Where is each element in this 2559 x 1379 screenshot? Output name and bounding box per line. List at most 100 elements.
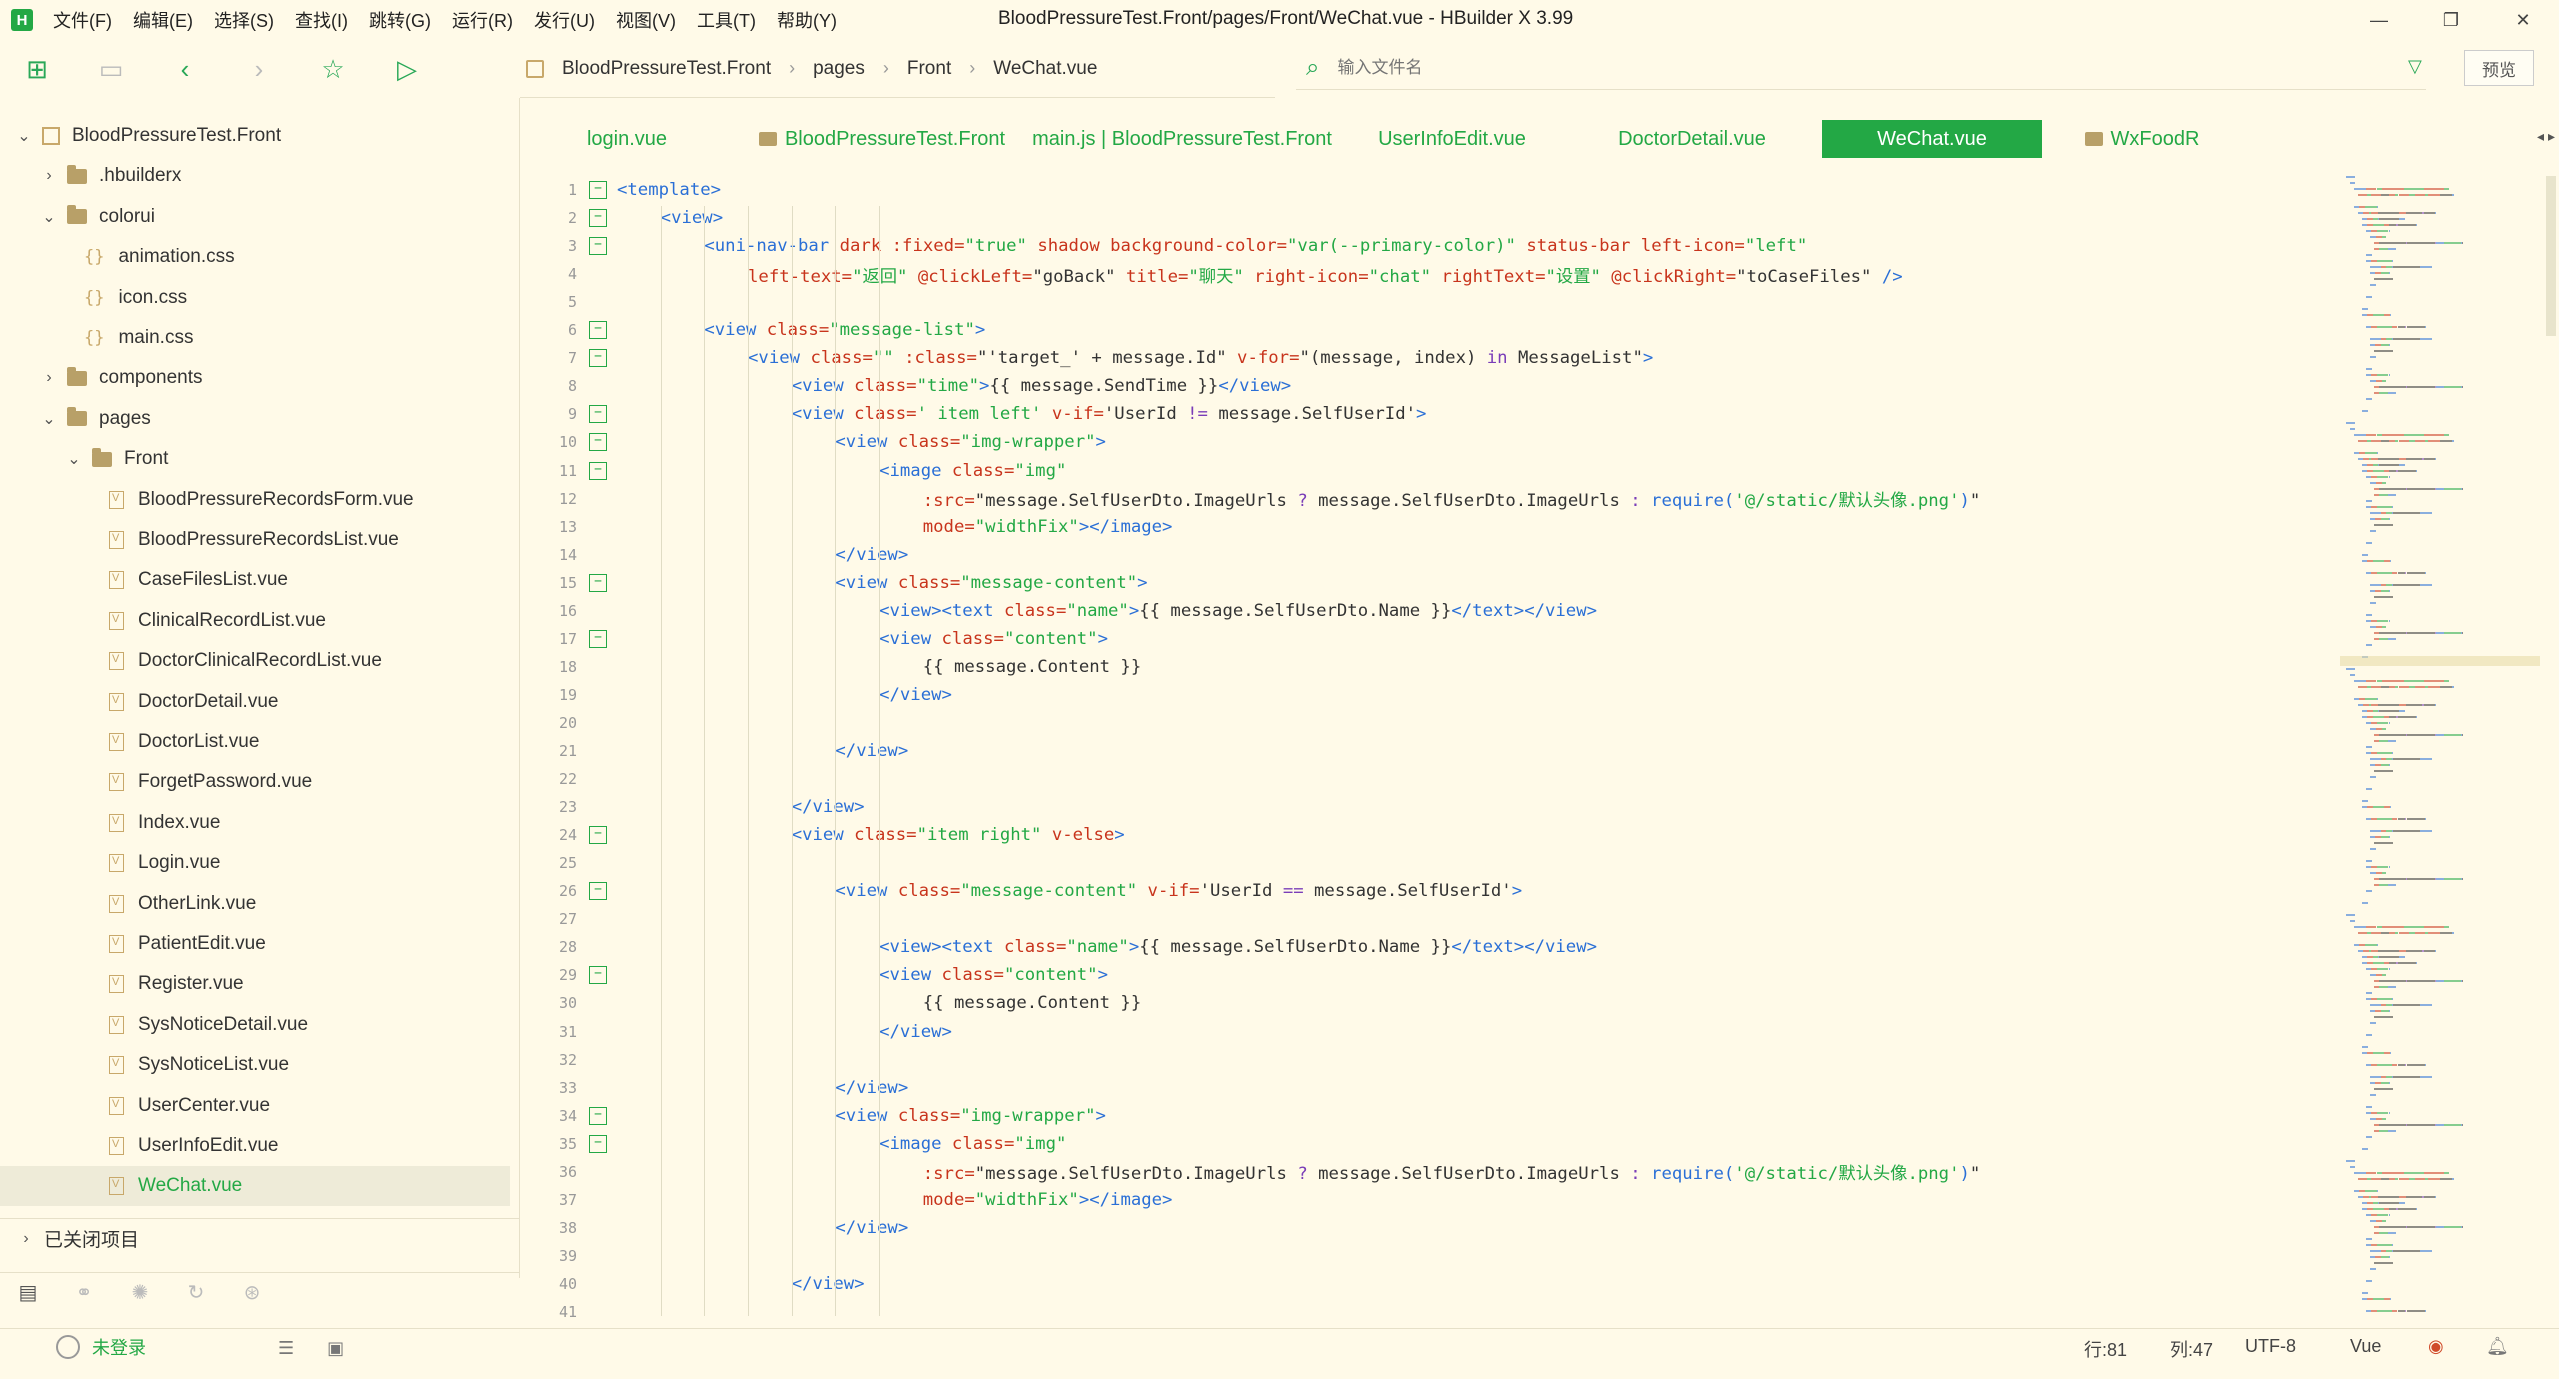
editor-tab[interactable]: main.js | BloodPressureTest.Front [1032,120,1332,158]
code-editor[interactable]: 1− <template> 2− <view> 3− <uni-nav-bar dark … [522,176,2332,1322]
minimap[interactable] [2340,176,2540,1322]
breadcrumb-segment[interactable]: BloodPressureTest.Front [562,58,771,80]
menu-item[interactable]: 查找(I) [295,7,348,33]
menu-item[interactable]: 文件(F) [53,7,112,33]
tree-item[interactable]: BloodPressureRecordsList.vue [0,520,510,560]
user-status[interactable]: 未登录 [56,1334,146,1360]
git-icon[interactable]: ↻ [168,1280,224,1305]
update-notice-icon[interactable]: ◉ [2428,1336,2444,1357]
fold-toggle-icon[interactable]: − [589,461,607,480]
breadcrumb-segment[interactable]: pages [813,58,865,80]
tree-item[interactable]: OtherLink.vue [0,884,510,924]
outline-list-icon[interactable]: ☰ [278,1338,294,1358]
back-icon[interactable]: ‹ [148,40,222,98]
tree-item[interactable]: {} icon.css [0,278,510,318]
tree-item[interactable]: Index.vue [0,803,510,843]
save-icon[interactable]: ▭ [74,40,148,98]
tab-scroll-arrows-icon[interactable]: ◂ ▸ [2537,128,2555,145]
fold-toggle-icon[interactable]: − [589,209,607,228]
tree-item[interactable]: ⌄ colorui [0,197,510,237]
fold-toggle-icon[interactable]: − [589,181,607,199]
menu-item[interactable]: 工具(T) [697,7,756,33]
tree-item[interactable]: ClinicalRecordList.vue [0,601,510,641]
project-manager-icon[interactable]: ▤ [0,1280,56,1305]
breadcrumb-segment[interactable]: Front [907,58,951,80]
run-icon[interactable]: ▷ [370,40,444,98]
tree-item[interactable]: ForgetPassword.vue [0,762,510,802]
language-mode[interactable]: Vue [2350,1336,2381,1357]
notification-bell-icon[interactable]: 🔔︎ [2486,1336,2509,1357]
tree-item[interactable]: {} animation.css [0,237,510,277]
fold-toggle-icon[interactable]: − [589,1134,607,1153]
editor-tab[interactable]: login.vue [522,120,732,158]
tree-item[interactable]: ⌄ BloodPressureTest.Front [0,116,510,156]
fold-toggle-icon[interactable]: − [589,966,607,985]
fold-toggle-icon[interactable]: − [589,237,607,256]
minimap-viewport[interactable] [2340,656,2540,666]
plugin-icon[interactable]: ⚭ [56,1280,112,1305]
chevron-down-icon[interactable]: ⌄ [14,126,34,146]
breadcrumb-segment[interactable]: WeChat.vue [993,58,1097,80]
tree-item[interactable]: Register.vue [0,964,510,1004]
tree-item[interactable]: DoctorList.vue [0,722,510,762]
fold-toggle-icon[interactable]: − [589,826,607,845]
chevron-down-icon[interactable]: ⌄ [39,207,59,227]
fold-toggle-icon[interactable]: − [589,349,607,368]
restore-icon[interactable]: ❐ [2415,0,2487,40]
fold-toggle-icon[interactable]: − [589,882,607,901]
menu-item[interactable]: 选择(S) [214,7,274,33]
debug-bug-icon[interactable]: ✺ [112,1280,168,1305]
terminal-icon[interactable]: ▣ [327,1338,344,1358]
menu-item[interactable]: 跳转(G) [369,7,431,33]
fold-toggle-icon[interactable]: − [589,433,607,452]
fold-toggle-icon[interactable]: − [589,1106,607,1125]
editor-tab[interactable]: BloodPressureTest.Front [732,120,1032,158]
editor-tab[interactable]: WeChat.vue [1822,120,2042,158]
fold-toggle-icon[interactable]: − [589,629,607,648]
fold-toggle-icon[interactable]: − [589,573,607,592]
menu-item[interactable]: 运行(R) [452,7,513,33]
tree-item[interactable]: UserCenter.vue [0,1086,510,1126]
close-icon[interactable]: ✕ [2487,0,2559,40]
filter-icon[interactable]: ▽ [2408,56,2422,77]
fold-toggle-icon[interactable]: − [589,405,607,424]
tree-item[interactable]: BloodPressureRecordsForm.vue [0,480,510,520]
tree-item[interactable]: › components [0,358,510,398]
tree-item[interactable]: SysNoticeDetail.vue [0,1005,510,1045]
new-file-icon[interactable]: ⊞ [0,40,74,98]
tree-item[interactable]: › .hbuilderx [0,156,510,196]
tree-item[interactable]: CaseFilesList.vue [0,560,510,600]
tree-item[interactable]: UserInfoEdit.vue [0,1126,510,1166]
minimize-icon[interactable]: — [2343,0,2415,40]
tree-item[interactable]: PatientEdit.vue [0,924,510,964]
menu-item[interactable]: 编辑(E) [133,7,193,33]
chevron-down-icon[interactable]: ⌄ [39,409,59,429]
file-search-input[interactable] [1337,57,2238,78]
forward-icon[interactable]: › [222,40,296,98]
editor-tab[interactable]: DoctorDetail.vue [1572,120,1812,158]
tree-item[interactable]: DoctorClinicalRecordList.vue [0,641,510,681]
tree-item[interactable]: ⌄ Front [0,439,510,479]
tree-item[interactable]: DoctorDetail.vue [0,682,510,722]
tree-item[interactable]: ⌄ pages [0,399,510,439]
bookmark-star-icon[interactable]: ☆ [296,40,370,98]
minimap-mark [2398,218,2406,220]
closed-projects[interactable]: › 已关闭项目 [0,1218,520,1258]
fold-toggle-icon[interactable]: − [589,321,607,340]
preview-button[interactable]: 预览 [2464,50,2534,86]
chevron-right-icon[interactable]: › [39,167,59,185]
menu-item[interactable]: 视图(V) [616,7,676,33]
editor-scrollbar[interactable] [2546,176,2556,336]
chevron-down-icon[interactable]: ⌄ [64,449,84,469]
tree-item[interactable]: Login.vue [0,843,510,883]
editor-tab[interactable]: UserInfoEdit.vue [1332,120,1572,158]
menu-item[interactable]: 发行(U) [534,7,595,33]
menu-item[interactable]: 帮助(Y) [777,7,837,33]
tree-item[interactable]: {} main.css [0,318,510,358]
tree-item[interactable]: SysNoticeList.vue [0,1045,510,1085]
encoding-indicator[interactable]: UTF-8 [2245,1336,2296,1357]
tree-item[interactable]: WeChat.vue [0,1166,510,1207]
extension-icon[interactable]: ⊛ [224,1280,280,1305]
chevron-right-icon[interactable]: › [39,369,59,387]
editor-tab[interactable]: WxFoodR [2062,120,2222,158]
